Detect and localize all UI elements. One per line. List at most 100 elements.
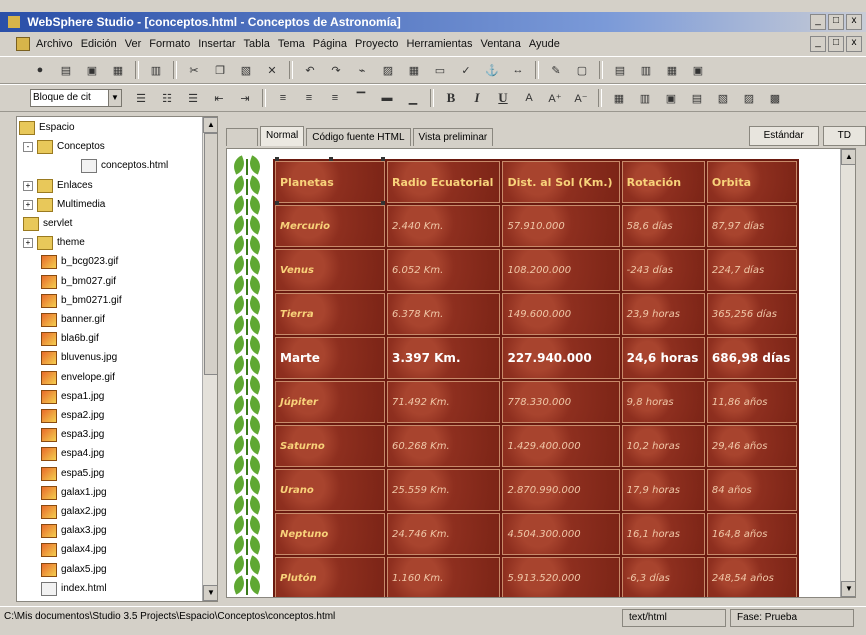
tree-item[interactable]: galax4.jpg [41, 543, 107, 558]
italic-icon[interactable]: I [467, 88, 487, 108]
menu-ver[interactable]: Ver [125, 38, 142, 50]
tree-item[interactable]: + theme [23, 236, 85, 251]
planets-table[interactable]: Planetas Radio Ecuatorial Dist. al Sol (Km… [273, 159, 799, 597]
align-center-icon[interactable]: ≡ [299, 88, 319, 108]
tree-item[interactable]: + Multimedia [23, 197, 105, 212]
align-right-icon[interactable]: ≡ [325, 88, 345, 108]
form-icon[interactable]: ▭ [430, 60, 450, 80]
delete-icon[interactable]: ✕ [262, 60, 282, 80]
tree-item[interactable]: espa1.jpg [41, 389, 104, 404]
table-icon[interactable]: ▦ [404, 60, 424, 80]
tree-item[interactable]: b_bcg023.gif [41, 255, 118, 270]
table-cell[interactable]: -6,3 días [621, 557, 705, 597]
collapse-icon[interactable]: - [23, 142, 33, 153]
menu-tema[interactable]: Tema [278, 38, 305, 50]
menu-archivo[interactable]: Archivo [36, 38, 73, 50]
open-icon[interactable]: ▤ [56, 60, 76, 80]
anchor-icon[interactable]: ⚓ [482, 60, 502, 80]
planet-name-cell[interactable]: Mercurio [275, 205, 385, 247]
tree-item[interactable]: Espacio [19, 121, 75, 135]
image-icon[interactable]: ▨ [378, 60, 398, 80]
menu-tabla[interactable]: Tabla [244, 38, 270, 50]
tree-item[interactable]: galax1.jpg [41, 485, 107, 500]
doc-maximize-button[interactable]: □ [828, 36, 844, 52]
table-cell[interactable]: 365,256 días [706, 293, 797, 335]
menu-edicion[interactable]: Edición [81, 38, 117, 50]
tab-html-source[interactable]: Código fuente HTML [306, 128, 411, 146]
tree-item[interactable]: bluvenus.jpg [41, 351, 117, 366]
page-editor[interactable]: Planetas Radio Ecuatorial Dist. al Sol (Km… [226, 148, 856, 598]
tree-item[interactable]: - Conceptos [23, 140, 105, 155]
font-grow-icon[interactable]: A⁺ [545, 88, 565, 108]
selection-handle[interactable] [381, 201, 385, 205]
planet-name-cell[interactable]: Saturno [275, 425, 385, 467]
tree-item[interactable]: envelope.gif [41, 370, 115, 385]
redo-icon[interactable]: ↷ [326, 60, 346, 80]
copy-icon[interactable]: ❐ [210, 60, 230, 80]
minimize-button[interactable]: _ [810, 14, 826, 30]
menu-ventana[interactable]: Ventana [480, 38, 520, 50]
save-icon[interactable]: ▣ [82, 60, 102, 80]
planet-name-cell[interactable]: Júpiter [275, 381, 385, 423]
grid-icon[interactable]: ▦ [662, 60, 682, 80]
tree-item[interactable]: servlet [23, 217, 72, 231]
table-header-cell[interactable]: Radio Ecuatorial [387, 161, 501, 203]
menu-herramientas[interactable]: Herramientas [406, 38, 472, 50]
menu-proyecto[interactable]: Proyecto [355, 38, 398, 50]
planet-name-cell[interactable]: Tierra [275, 293, 385, 335]
insert-column-icon[interactable]: ▥ [635, 88, 655, 108]
tree-item[interactable]: + Enlaces [23, 178, 93, 193]
scroll-down-icon[interactable]: ▼ [841, 581, 855, 597]
tree-item[interactable]: espa4.jpg [41, 447, 104, 462]
maximize-button[interactable]: □ [828, 14, 844, 30]
cell-properties-icon[interactable]: ▧ [713, 88, 733, 108]
table-cell[interactable]: 4.504.300.000 [502, 513, 620, 555]
menu-formato[interactable]: Formato [149, 38, 190, 50]
save-all-icon[interactable]: ▦ [108, 60, 128, 80]
expand-icon[interactable]: + [23, 238, 33, 249]
table-header-cell[interactable]: Planetas [275, 161, 385, 203]
table-cell[interactable]: 2.440 Km. [387, 205, 501, 247]
table-cell[interactable]: 24.746 Km. [387, 513, 501, 555]
selection-handle[interactable] [381, 157, 385, 161]
menu-ayuda[interactable]: Ayude [529, 38, 560, 50]
expand-icon[interactable]: + [23, 180, 33, 191]
underline-icon[interactable]: U [493, 88, 513, 108]
table-cell[interactable]: 58,6 días [621, 205, 705, 247]
expand-icon[interactable]: + [23, 199, 33, 210]
merge-cells-icon[interactable]: ▣ [661, 88, 681, 108]
print-icon[interactable]: ▥ [146, 60, 166, 80]
tree-item[interactable]: galax2.jpg [41, 505, 107, 519]
insert-row-icon[interactable]: ▦ [609, 88, 629, 108]
tree-item[interactable]: espa2.jpg [41, 409, 104, 423]
align-top-icon[interactable]: ▔ [351, 88, 371, 108]
font-size-icon[interactable]: A [519, 88, 539, 108]
table-cell[interactable]: 11,86 años [706, 381, 797, 423]
table-cell[interactable]: 2.870.990.000 [502, 469, 620, 511]
table-header-cell[interactable]: Orbita [706, 161, 797, 203]
table-cell[interactable]: 1.160 Km. [387, 557, 501, 597]
table-cell[interactable]: 224,7 días [706, 249, 797, 291]
tree-item[interactable]: espa5.jpg [41, 466, 104, 481]
table-cell[interactable]: 164,8 años [706, 513, 797, 555]
scroll-thumb[interactable] [204, 133, 217, 375]
planet-name-cell[interactable]: Plutón [275, 557, 385, 597]
table-cell[interactable]: 57.910.000 [502, 205, 620, 247]
selection-handle[interactable] [275, 201, 279, 205]
split-cells-icon[interactable]: ▤ [687, 88, 707, 108]
frames-icon[interactable]: ▥ [636, 60, 656, 80]
table-cell[interactable]: 9,8 horas [621, 381, 705, 423]
tree-item[interactable]: bla6b.gif [41, 332, 99, 347]
table-cell[interactable]: 24,6 horas [621, 337, 705, 379]
scroll-up-icon[interactable]: ▲ [203, 117, 217, 133]
selection-handle[interactable] [275, 157, 279, 161]
monitor-icon[interactable]: ▢ [572, 60, 592, 80]
tree-item[interactable]: conceptos.html [81, 159, 168, 174]
table-cell[interactable]: 84 años [706, 469, 797, 511]
align-left-icon[interactable]: ≡ [273, 88, 293, 108]
planet-name-cell[interactable]: Venus [275, 249, 385, 291]
table-header-cell[interactable]: Rotación [621, 161, 705, 203]
tree-item[interactable]: b_bm0271.gif [41, 293, 122, 308]
numbered-list-icon[interactable]: ☰ [131, 88, 151, 108]
editor-scrollbar[interactable]: ▲ ▼ [840, 149, 855, 597]
